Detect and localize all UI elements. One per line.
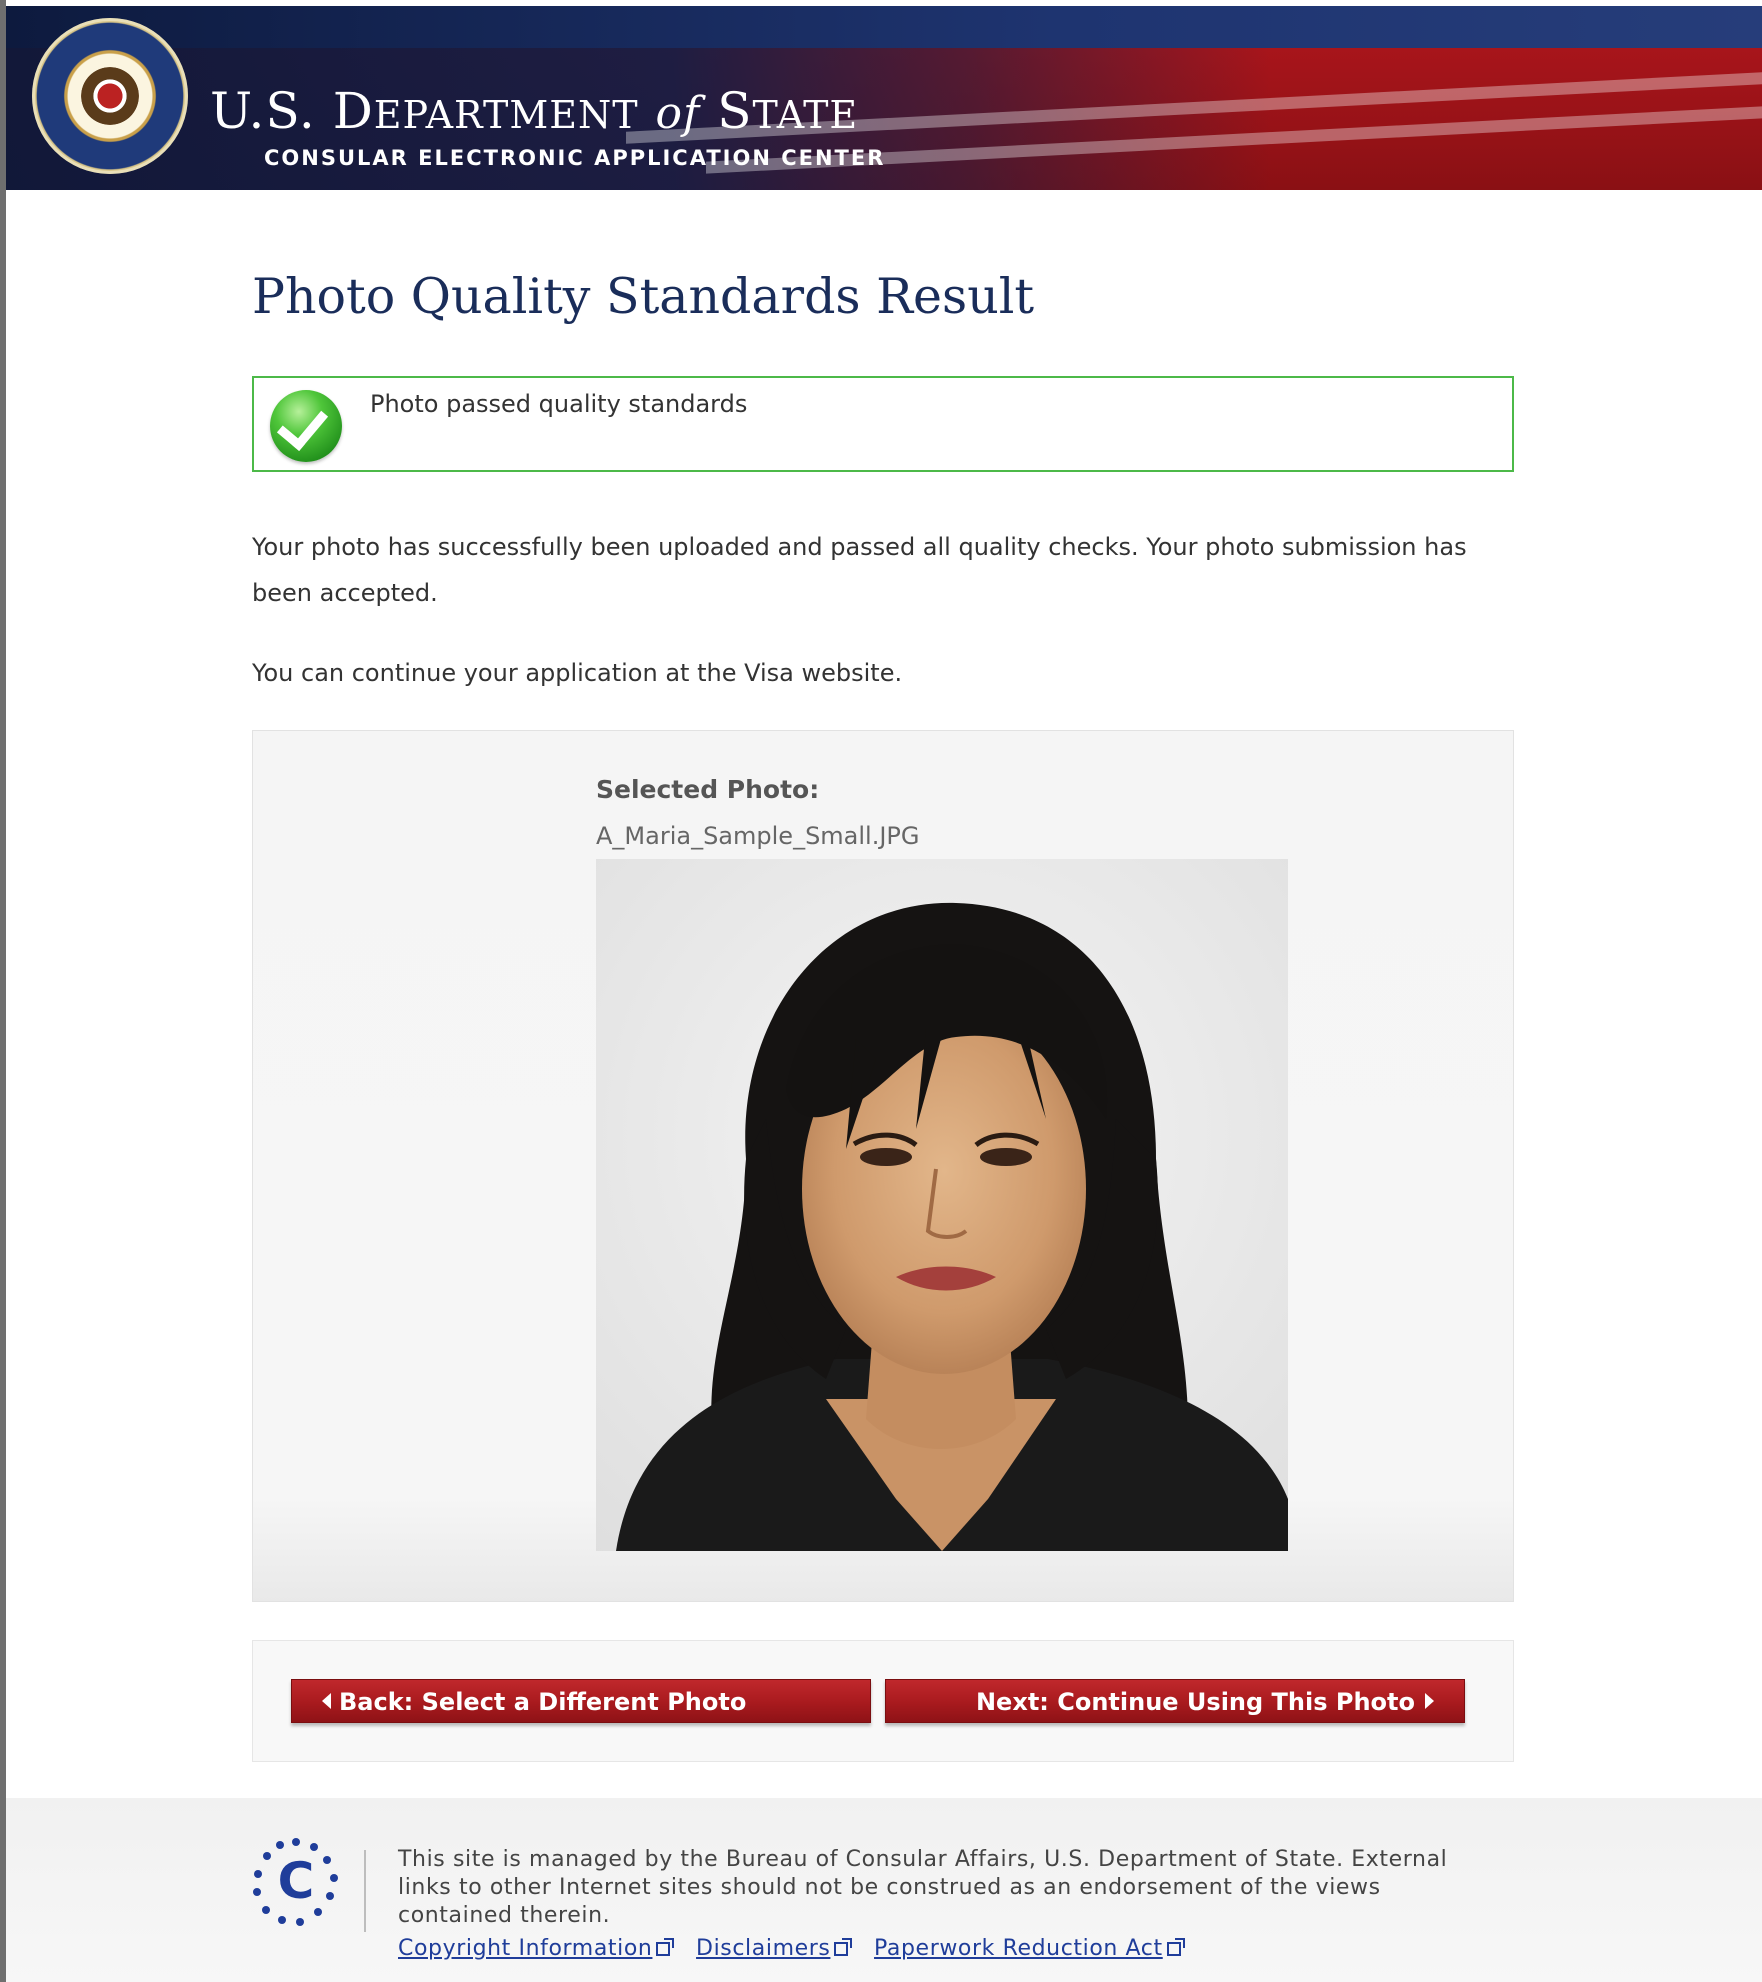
footer-links: Copyright Information Disclaimers Paperw… bbox=[398, 1936, 1199, 1961]
back-select-different-photo-button[interactable]: Back: Select a Different Photo bbox=[291, 1679, 871, 1723]
consular-affairs-logo: C bbox=[253, 1838, 338, 1926]
page-title: Photo Quality Standards Result bbox=[252, 268, 1035, 325]
result-description: Your photo has successfully been uploade… bbox=[252, 533, 1467, 607]
check-success-icon bbox=[270, 390, 342, 462]
copyright-information-link[interactable]: Copyright Information bbox=[398, 1936, 675, 1961]
header-top-band bbox=[6, 6, 1762, 48]
navigation-button-bar: Back: Select a Different Photo Next: Con… bbox=[252, 1640, 1514, 1762]
left-border bbox=[0, 0, 6, 1982]
photo-preview bbox=[596, 859, 1288, 1551]
site-header: U.S. DEPARTMENT of STATE CONSULAR ELECTR… bbox=[6, 6, 1762, 190]
paperwork-reduction-act-link[interactable]: Paperwork Reduction Act bbox=[874, 1936, 1185, 1961]
footer-disclaimer-text: This site is managed by the Bureau of Co… bbox=[398, 1847, 1448, 1928]
photo-filename: A_Maria_Sample_Small.JPG bbox=[596, 822, 920, 850]
status-banner: Photo passed quality standards bbox=[252, 376, 1514, 472]
external-link-icon bbox=[1166, 1938, 1185, 1956]
portrait-image bbox=[596, 859, 1288, 1551]
eagle-emblem-icon bbox=[81, 67, 139, 125]
footer-divider bbox=[364, 1850, 366, 1932]
status-message: Photo passed quality standards bbox=[370, 390, 748, 418]
back-button-label: Back: Select a Different Photo bbox=[339, 1688, 747, 1716]
next-button-label: Next: Continue Using This Photo bbox=[975, 1688, 1415, 1716]
site-footer: C This site is managed by the Bureau of … bbox=[6, 1798, 1762, 1982]
selected-photo-panel: Selected Photo: A_Maria_Sample_Small.JPG bbox=[252, 730, 1514, 1602]
disclaimers-link[interactable]: Disclaimers bbox=[696, 1936, 853, 1961]
next-continue-using-photo-button[interactable]: Next: Continue Using This Photo bbox=[885, 1679, 1465, 1723]
external-link-icon bbox=[834, 1938, 853, 1956]
site-brand-title: U.S. DEPARTMENT of STATE bbox=[210, 82, 859, 140]
arrow-left-icon bbox=[322, 1693, 331, 1709]
continue-instruction: You can continue your application at the… bbox=[252, 659, 903, 687]
department-seal-logo[interactable] bbox=[32, 18, 188, 174]
arrow-right-icon bbox=[1425, 1693, 1434, 1709]
selected-photo-label: Selected Photo: bbox=[596, 775, 820, 804]
external-link-icon bbox=[656, 1938, 675, 1956]
logo-letter: C bbox=[278, 1852, 315, 1910]
site-brand-subtitle: CONSULAR ELECTRONIC APPLICATION CENTER bbox=[264, 146, 886, 170]
